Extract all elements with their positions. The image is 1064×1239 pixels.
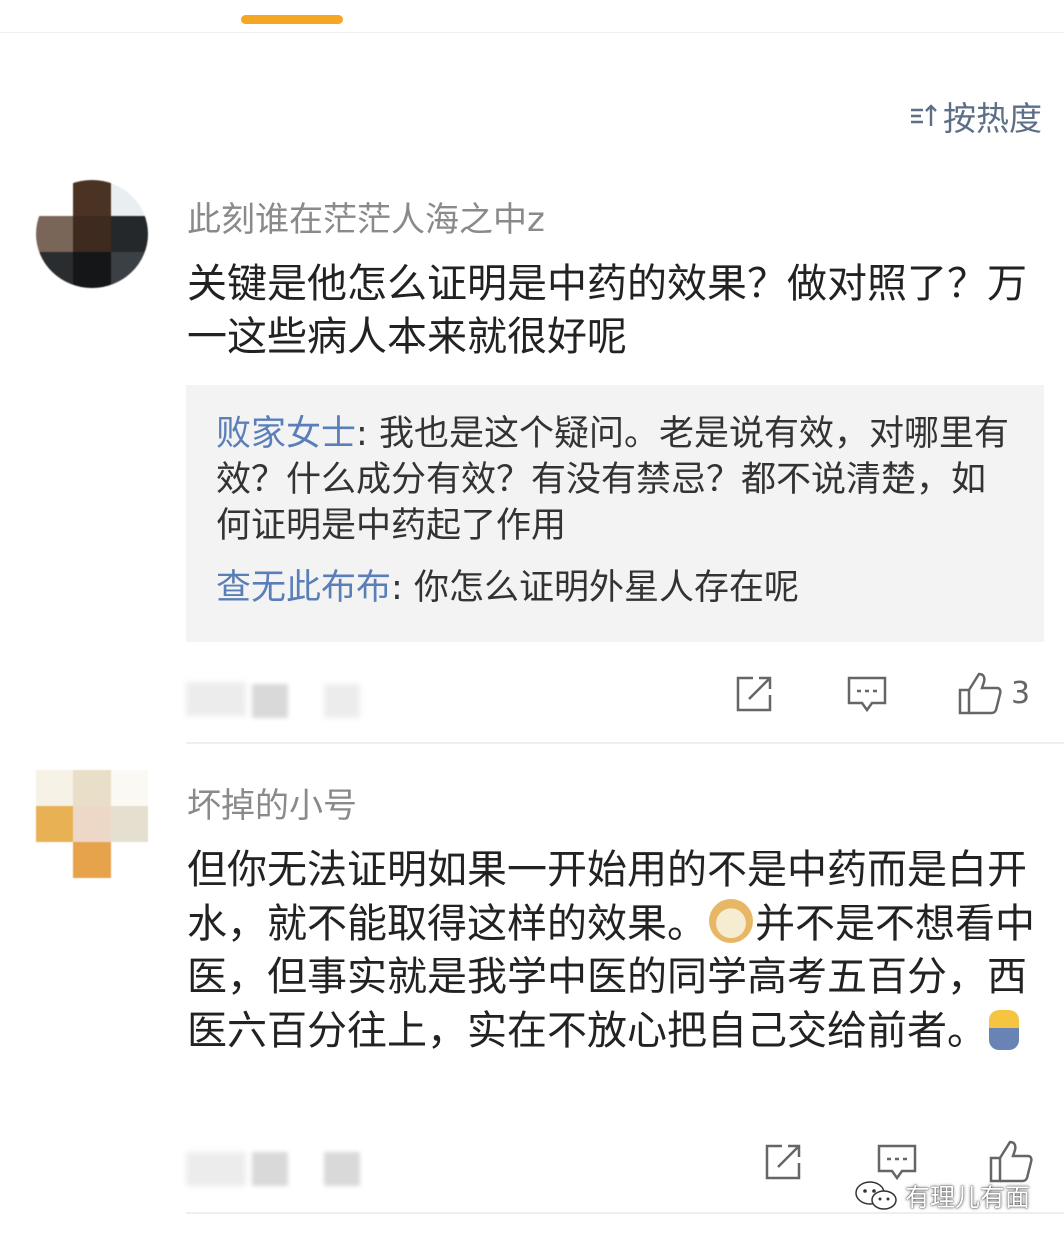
like-button[interactable]: 3 bbox=[957, 670, 1030, 716]
comment-username[interactable]: 坏掉的小号 bbox=[187, 778, 357, 827]
sad-emoji-icon bbox=[989, 1009, 1019, 1050]
share-button[interactable] bbox=[733, 673, 775, 715]
blurred-timestamp bbox=[252, 1152, 288, 1186]
reply-item: 败家女士: 我也是这个疑问。老是说有效，对哪里有效？什么成分有效？有没有禁忌？都… bbox=[216, 411, 1014, 549]
watermark: 有理儿有面 bbox=[853, 1178, 1030, 1214]
like-count: 3 bbox=[1011, 675, 1031, 711]
active-tab-indicator bbox=[241, 15, 343, 24]
share-button[interactable] bbox=[762, 1141, 804, 1183]
blurred-timestamp bbox=[186, 682, 246, 716]
comment-icon bbox=[847, 676, 887, 713]
comment-icon bbox=[877, 1144, 917, 1181]
blurred-timestamp bbox=[324, 1152, 360, 1186]
comment-text: 关键是他怎么证明是中药的效果？做对照了？万一这些病人本来就很好呢 bbox=[187, 261, 1027, 360]
sort-button[interactable]: 按热度 bbox=[909, 92, 1042, 140]
top-divider bbox=[0, 32, 1064, 33]
reply-separator: : bbox=[356, 414, 379, 454]
reply-item: 查无此布布: 你怎么证明外星人存在呢 bbox=[216, 565, 1014, 611]
comment-divider bbox=[186, 742, 1064, 744]
like-icon bbox=[958, 672, 1002, 715]
comment-username[interactable]: 此刻谁在茫茫人海之中z bbox=[187, 192, 545, 241]
doge-emoji-icon bbox=[709, 898, 753, 943]
comment-button[interactable] bbox=[846, 673, 888, 715]
blurred-timestamp bbox=[252, 684, 288, 718]
comment-button[interactable] bbox=[876, 1141, 918, 1183]
sort-icon bbox=[911, 104, 937, 126]
reply-username[interactable]: 查无此布布 bbox=[216, 568, 391, 608]
sort-label: 按热度 bbox=[943, 99, 1042, 138]
reply-username[interactable]: 败家女士 bbox=[216, 414, 356, 454]
avatar[interactable] bbox=[36, 180, 148, 288]
wechat-icon bbox=[855, 1181, 897, 1210]
comment-text: 但你无法证明如果一开始用的不是中药而是白开水，就不能取得这样的效果。 并不是不想看… bbox=[187, 844, 1047, 1058]
share-icon bbox=[765, 1144, 801, 1180]
blurred-timestamp bbox=[186, 1152, 246, 1186]
avatar[interactable] bbox=[36, 770, 148, 878]
share-icon bbox=[736, 676, 772, 712]
reply-separator: : bbox=[391, 568, 414, 608]
watermark-text: 有理儿有面 bbox=[904, 1183, 1030, 1212]
reply-text: 你怎么证明外星人存在呢 bbox=[413, 568, 799, 608]
reply-box[interactable]: 败家女士: 我也是这个疑问。老是说有效，对哪里有效？什么成分有效？有没有禁忌？都… bbox=[186, 385, 1044, 642]
blurred-timestamp bbox=[324, 684, 360, 718]
